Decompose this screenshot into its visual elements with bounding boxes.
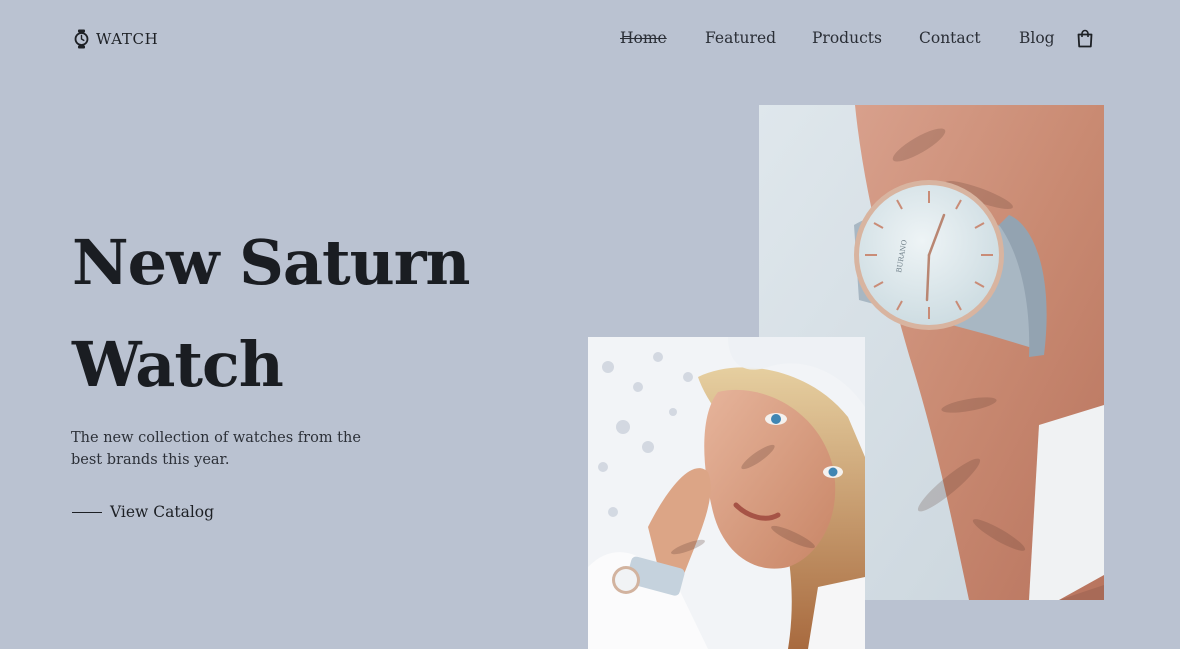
cta-divider-line — [72, 511, 102, 513]
view-catalog-label: View Catalog — [110, 503, 215, 521]
hero-description: The new collection of watches from the b… — [71, 430, 361, 468]
nav-link-contact[interactable]: Contact — [919, 29, 981, 47]
nav-link-home[interactable]: Home — [620, 29, 667, 47]
shopping-bag-icon[interactable] — [1076, 29, 1094, 48]
nav-link-featured[interactable]: Featured — [705, 29, 776, 47]
woman-portrait-photo — [588, 337, 865, 649]
hero-title: New Saturn Watch — [72, 212, 542, 416]
main-nav: Home Featured Products Contact Blog — [0, 29, 1180, 51]
view-catalog-link[interactable]: View Catalog — [72, 503, 214, 521]
nav-link-products[interactable]: Products — [812, 29, 882, 47]
hero-title-line-1: New Saturn — [72, 226, 470, 299]
hero-title-line-2: Watch — [72, 328, 284, 401]
nav-link-blog[interactable]: Blog — [1019, 29, 1055, 47]
